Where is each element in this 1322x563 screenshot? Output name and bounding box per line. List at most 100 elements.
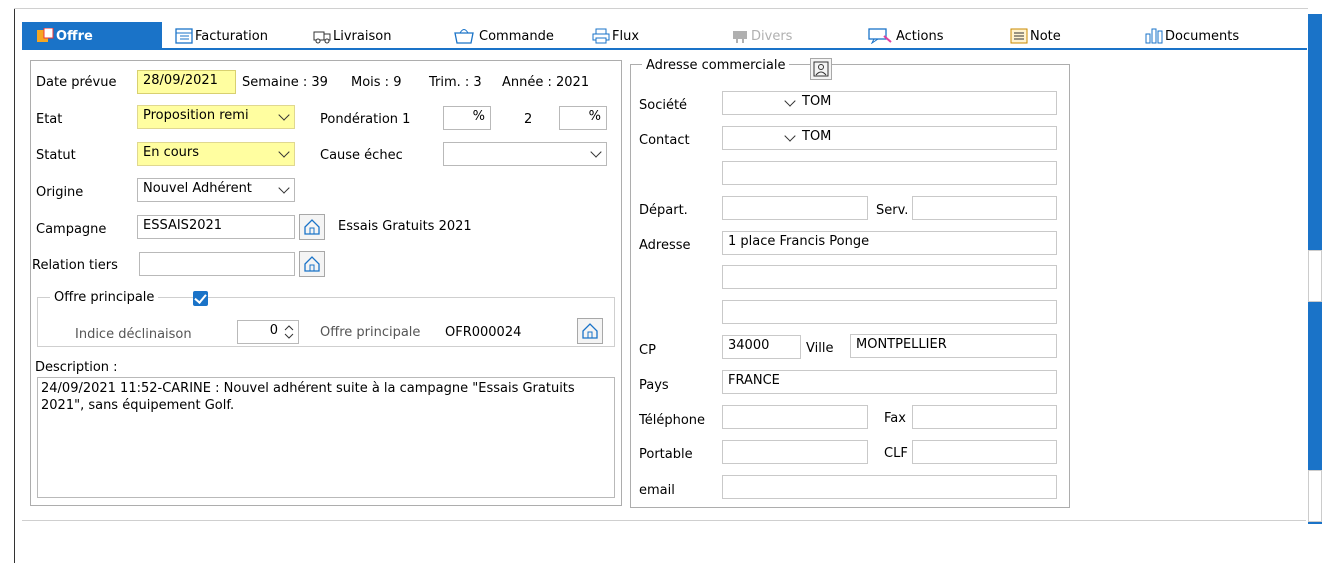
campagne-label: Campagne	[36, 222, 107, 237]
telephone-label: Téléphone	[639, 413, 706, 428]
tab-label: Flux	[612, 28, 640, 44]
ponderation-2-label: 2	[524, 112, 533, 127]
week-value: Semaine : 39	[242, 75, 328, 90]
ponderation-1-field[interactable]: %	[443, 106, 491, 130]
origine-label: Origine	[36, 185, 84, 200]
documents-icon	[1145, 28, 1163, 44]
adresse-line-2[interactable]	[722, 265, 1057, 289]
offre-principale-title: Offre principale	[50, 290, 159, 305]
tab-documents[interactable]: Documents	[1145, 22, 1239, 50]
etat-select[interactable]: Proposition remi	[137, 105, 295, 129]
serv-label: Serv.	[876, 203, 909, 218]
campagne-description: Essais Gratuits 2021	[338, 219, 472, 234]
tab-note[interactable]: Note	[1010, 22, 1061, 50]
contact-value: TOM	[802, 129, 832, 144]
tab-actions[interactable]: Actions	[868, 22, 944, 50]
email-field[interactable]	[722, 475, 1057, 499]
statut-select[interactable]: En cours	[137, 142, 295, 166]
address-contact-card-button[interactable]	[810, 58, 832, 80]
depart-label: Départ.	[639, 203, 688, 218]
actions-icon	[868, 28, 894, 45]
relation-lookup-button[interactable]	[299, 251, 325, 277]
home-icon	[304, 256, 320, 272]
chevron-down-icon	[784, 94, 796, 107]
tab-label: Actions	[896, 28, 944, 44]
cp-label: CP	[639, 343, 656, 358]
offre-principale-ref-value: OFR000024	[445, 325, 522, 340]
tab-offre[interactable]: Offre	[22, 22, 162, 50]
ponderation-2-field[interactable]: %	[559, 106, 607, 130]
offre-principale-ref-label: Offre principale	[320, 325, 421, 340]
side-panel-tab-2[interactable]	[1308, 470, 1322, 522]
statut-label: Statut	[36, 148, 76, 163]
contact-extra-field[interactable]	[722, 161, 1057, 185]
tab-commande[interactable]: Commande	[453, 22, 554, 50]
cause-select[interactable]	[443, 142, 607, 166]
window-left-border	[14, 8, 15, 563]
chevron-down-icon	[278, 182, 290, 194]
misc-icon	[731, 28, 749, 44]
serv-field[interactable]	[912, 196, 1057, 220]
tab-label: Divers	[751, 28, 793, 44]
telephone-field[interactable]	[722, 405, 868, 429]
ville-field[interactable]: MONTPELLIER	[850, 334, 1057, 358]
side-panel-tab-1[interactable]	[1308, 250, 1322, 302]
cause-label: Cause échec	[320, 148, 403, 163]
offre-principale-checkbox[interactable]	[193, 291, 208, 306]
etat-value: Proposition remi	[143, 108, 249, 123]
tab-flux[interactable]: Flux	[592, 22, 639, 50]
offre-principale-lookup-button[interactable]	[577, 318, 603, 344]
chevron-down-icon	[590, 146, 602, 158]
date-field[interactable]: 28/09/2021	[137, 70, 236, 94]
tab-label: Commande	[479, 28, 554, 44]
chevron-down-icon	[784, 129, 796, 142]
campagne-field[interactable]: ESSAIS2021	[137, 215, 295, 239]
tab-label: Note	[1030, 28, 1061, 44]
chevron-down-icon	[278, 109, 290, 121]
cp-field[interactable]: 34000	[722, 335, 801, 359]
fax-label: Fax	[884, 411, 906, 426]
description-textarea[interactable]: 24/09/2021 11:52-CARINE : Nouvel adhéren…	[37, 377, 615, 498]
relation-field[interactable]	[139, 252, 295, 276]
window-top-border	[14, 8, 1308, 9]
printer-icon	[592, 28, 610, 44]
tab-livraison[interactable]: Livraison	[313, 22, 391, 50]
stepper-arrows-icon	[284, 325, 294, 339]
fax-field[interactable]	[912, 405, 1057, 429]
pays-field[interactable]: FRANCE	[722, 370, 1057, 394]
tab-facturation[interactable]: Facturation	[175, 22, 268, 50]
clf-label: CLF	[884, 446, 908, 461]
indice-label: Indice déclinaison	[75, 327, 192, 342]
societe-field[interactable]: TOM	[722, 91, 1057, 115]
tab-label: Facturation	[195, 28, 268, 44]
portable-field[interactable]	[722, 440, 868, 464]
pays-label: Pays	[639, 378, 669, 393]
societe-value: TOM	[802, 94, 832, 109]
indice-value: 0	[269, 323, 278, 338]
email-label: email	[639, 483, 675, 498]
indice-stepper[interactable]: 0	[237, 320, 299, 344]
societe-label: Société	[639, 98, 688, 113]
clf-field[interactable]	[912, 440, 1057, 464]
month-value: Mois : 9	[351, 75, 402, 90]
adresse-label: Adresse	[639, 238, 691, 253]
chevron-down-icon	[278, 146, 290, 158]
tab-label: Livraison	[333, 28, 392, 44]
delivery-icon	[313, 28, 331, 44]
depart-field[interactable]	[722, 196, 868, 220]
offer-icon	[36, 27, 54, 44]
adresse-line-3[interactable]	[722, 300, 1057, 324]
adresse-line-1[interactable]: 1 place Francis Ponge	[722, 231, 1057, 255]
campagne-lookup-button[interactable]	[299, 214, 325, 240]
year-value: Année : 2021	[502, 75, 590, 90]
contact-field[interactable]: TOM	[722, 126, 1057, 150]
tab-divers[interactable]: Divers	[731, 22, 792, 50]
address-title: Adresse commerciale	[642, 58, 790, 73]
origine-value: Nouvel Adhérent	[143, 181, 252, 196]
home-icon	[304, 219, 320, 235]
statut-value: En cours	[143, 145, 200, 160]
origine-select[interactable]: Nouvel Adhérent	[137, 178, 295, 202]
date-label: Date prévue	[36, 75, 117, 90]
home-icon	[582, 323, 598, 339]
description-label: Description :	[35, 360, 118, 375]
